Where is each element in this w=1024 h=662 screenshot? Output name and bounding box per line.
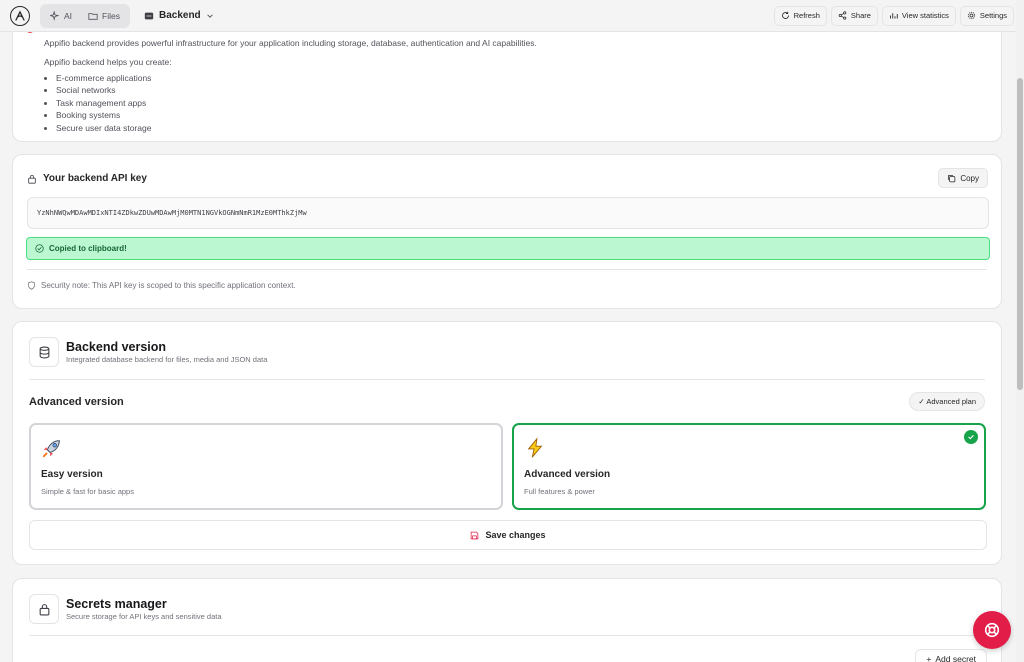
lifebuoy-icon <box>984 622 1000 638</box>
project-label: Backend <box>158 10 201 21</box>
settings-button[interactable]: Settings <box>959 5 1014 26</box>
divider <box>29 635 985 636</box>
divider <box>27 269 987 270</box>
lock-icon-box <box>29 594 59 624</box>
api-key-field[interactable]: YzNhNWQwMDAwMDIxNTI4ZDkwZDUwMDAwMjM0MTN1… <box>27 197 989 229</box>
save-changes-label: Save changes <box>485 530 546 540</box>
help-fab-button[interactable] <box>973 611 1011 649</box>
security-note: Security note: This API key is scoped to… <box>27 281 296 290</box>
ai-tab-label: AI <box>64 10 73 21</box>
lightning-icon <box>524 437 546 464</box>
copy-icon <box>948 174 956 182</box>
api-key-value: YzNhNWQwMDAwMDIxNTI4ZDkwZDUwMDAwMjM0MTN1… <box>37 209 307 217</box>
advanced-version-title: Advanced version <box>524 469 611 480</box>
advanced-version-option[interactable]: Advanced version Full features & power <box>512 423 986 510</box>
intro-card: Appifio backend provides powerful infras… <box>12 14 1002 142</box>
bar-chart-icon <box>889 13 898 19</box>
share-icon <box>838 11 847 20</box>
plus-icon: + <box>926 654 932 662</box>
add-secret-label: Add secret <box>935 654 976 662</box>
easy-version-subtitle: Simple & fast for basic apps <box>41 487 134 496</box>
check-circle-icon <box>35 244 44 253</box>
refresh-label: Refresh <box>793 11 820 20</box>
gear-icon <box>967 11 975 20</box>
database-icon-box <box>29 337 59 367</box>
view-statistics-button[interactable]: View statistics <box>881 5 956 26</box>
list-item: Social networks <box>56 84 151 96</box>
lock-icon <box>39 603 49 615</box>
backend-version-subtitle: Integrated database backend for files, m… <box>66 355 268 364</box>
backend-version-card: Backend version Integrated database back… <box>12 321 1002 565</box>
top-bar: AI Files Backend Refresh Share View stat… <box>0 0 1016 32</box>
database-icon <box>39 346 49 358</box>
settings-label: Settings <box>979 11 1007 20</box>
stats-label: View statistics <box>901 11 949 20</box>
plan-badge: ✓ Advanced plan <box>909 392 985 411</box>
server-icon <box>144 12 154 19</box>
sparkles-icon <box>50 10 60 21</box>
secrets-title: Secrets manager <box>66 597 167 611</box>
api-key-title: Your backend API key <box>43 173 147 184</box>
ai-tab[interactable]: AI <box>43 6 79 26</box>
copy-label: Copy <box>960 173 979 183</box>
rocket-icon <box>41 437 63 464</box>
backend-version-title: Backend version <box>66 340 167 354</box>
list-item: Task management apps <box>56 97 151 109</box>
project-selector[interactable]: Backend <box>144 10 214 21</box>
files-tab[interactable]: Files <box>81 6 127 26</box>
files-tab-label: Files <box>102 10 120 21</box>
api-key-header: Your backend API key <box>27 173 147 184</box>
list-item: Secure user data storage <box>56 122 151 134</box>
copied-toast: Copied to clipboard! <box>26 237 990 260</box>
easy-version-title: Easy version <box>41 469 103 480</box>
selected-check-icon <box>964 430 978 444</box>
share-label: Share <box>850 11 871 20</box>
refresh-button[interactable]: Refresh <box>773 5 827 26</box>
mode-switcher: AI Files <box>40 3 130 28</box>
folder-icon <box>88 12 98 20</box>
appifio-logo-icon[interactable] <box>10 5 30 26</box>
toast-label: Copied to clipboard! <box>49 244 127 253</box>
list-item: Booking systems <box>56 109 151 121</box>
divider <box>29 379 985 380</box>
shield-icon <box>28 281 35 290</box>
add-secret-button[interactable]: + Add secret <box>915 649 987 662</box>
save-changes-button[interactable]: Save changes <box>29 520 987 550</box>
secrets-subtitle: Secure storage for API keys and sensitiv… <box>66 612 222 621</box>
lock-icon <box>28 174 36 184</box>
copy-button[interactable]: Copy <box>938 168 988 188</box>
intro-description: Appifio backend provides powerful infras… <box>44 38 537 48</box>
scrollbar-thumb[interactable] <box>1017 78 1023 390</box>
save-icon <box>471 531 479 539</box>
advanced-version-subtitle: Full features & power <box>524 487 595 496</box>
intro-helps-label: Appifio backend helps you create: <box>44 57 172 67</box>
share-button[interactable]: Share <box>830 5 878 26</box>
refresh-icon <box>781 11 789 19</box>
security-note-text: Security note: This API key is scoped to… <box>41 281 296 290</box>
chevron-down-icon <box>206 13 213 18</box>
current-version-label: Advanced version <box>29 396 124 408</box>
secrets-manager-card: Secrets manager Secure storage for API k… <box>12 578 1002 662</box>
easy-version-option[interactable]: Easy version Simple & fast for basic app… <box>29 423 503 510</box>
api-key-card: Your backend API key Copy YzNhNWQwMDAwMD… <box>12 154 1002 309</box>
list-item: E-commerce applications <box>56 72 151 84</box>
use-case-list: E-commerce applications Social networks … <box>56 72 151 134</box>
